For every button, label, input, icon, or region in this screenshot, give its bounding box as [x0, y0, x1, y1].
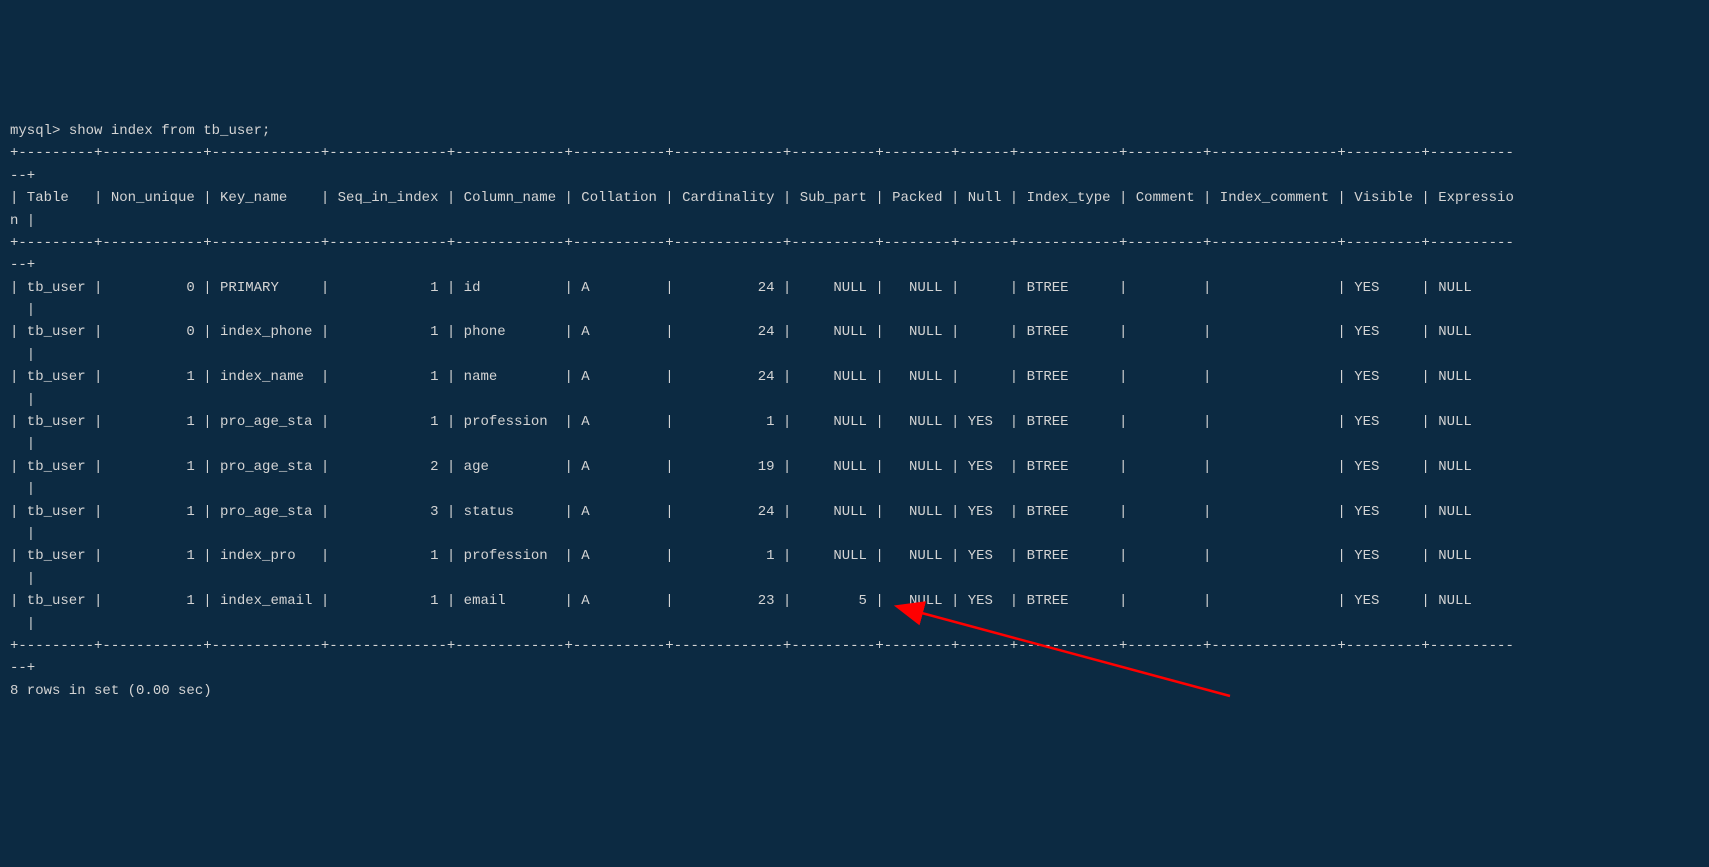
terminal-output: mysql> show index from tb_user; +-------…: [10, 98, 1699, 747]
table-header: | Table | Non_unique | Key_name | Seq_in…: [10, 190, 1514, 228]
sql-command: show index from tb_user;: [69, 123, 271, 139]
result-footer: 8 rows in set (0.00 sec): [10, 683, 212, 699]
table-body: | tb_user | 0 | PRIMARY | 1 | id | A | 2…: [10, 277, 1699, 635]
table-border-top: +---------+------------+-------------+--…: [10, 145, 1514, 183]
table-border-bot: +---------+------------+-------------+--…: [10, 638, 1514, 676]
table-border-mid: +---------+------------+-------------+--…: [10, 235, 1514, 273]
prompt: mysql>: [10, 123, 69, 139]
